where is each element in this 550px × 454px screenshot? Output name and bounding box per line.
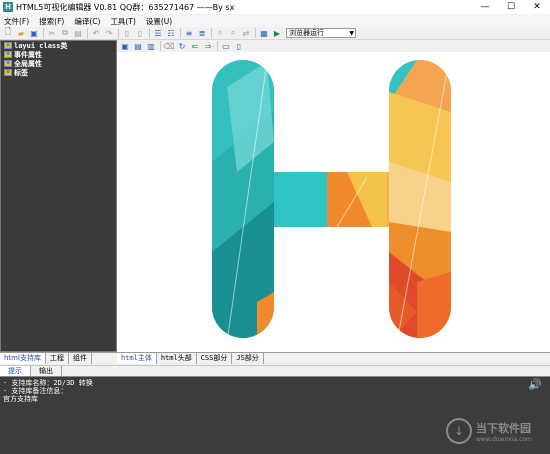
align-right-icon[interactable]: ≣ (197, 28, 207, 38)
tab-html-head[interactable]: html头部 (157, 353, 197, 364)
bottom-panel-tabs: 提示 输出 (0, 365, 550, 377)
page-icon[interactable]: ▤ (133, 41, 143, 51)
mobile-icon[interactable]: ▯ (234, 41, 244, 51)
redo-icon[interactable]: ↷ (104, 28, 114, 38)
app-icon: H (3, 2, 13, 12)
tab-js[interactable]: JS部分 (232, 353, 264, 364)
forward-icon[interactable]: ⇒ (203, 41, 213, 51)
menu-bar: 文件(F) 搜索(F) 编译(C) 工具(T) 设置(U) (0, 15, 550, 27)
refresh-icon[interactable]: ↻ (177, 41, 187, 51)
browser-select-value: 浏览器运行 (289, 29, 324, 37)
title-bar: H HTML5可视化编辑器 V0.81 QQ群：635271467 ——By s… (0, 0, 550, 14)
watermark-url: www.downxia.com (476, 435, 532, 443)
console-line: · 支持库备注信息： (3, 387, 68, 395)
console-line: · 支持库名称：2D/3D 转换 (3, 379, 93, 387)
tab-html-body[interactable]: html主体 (117, 353, 157, 364)
tree-item-label: 标签 (14, 68, 28, 77)
window-title: HTML5可视化编辑器 V0.81 QQ群：635271467 ——By sx (16, 2, 235, 12)
sidebar-tabs: html支持库 工程 组件 (0, 352, 117, 364)
maximize-button[interactable]: ☐ (498, 0, 524, 14)
outdent-icon[interactable]: ☷ (166, 28, 176, 38)
tab-html-library[interactable]: html支持库 (0, 353, 46, 364)
menu-search[interactable]: 搜索(F) (39, 16, 64, 27)
find-next-icon[interactable]: ⌕ (228, 28, 238, 38)
open-folder-icon[interactable]: ▰ (16, 28, 26, 38)
file-list-icon[interactable]: ▥ (146, 41, 156, 51)
menu-settings[interactable]: 设置(U) (146, 16, 172, 27)
tree-node-icon: ≡ (4, 60, 12, 67)
delete-icon[interactable]: ⌫ (163, 41, 174, 51)
tree-node-icon: ≡ (4, 51, 12, 58)
tree-node-icon: ≡ (4, 42, 12, 49)
layout-icon[interactable]: ▣ (120, 41, 130, 51)
tree-node-icon: ≡ (4, 69, 12, 76)
find-icon[interactable]: ⌕ (215, 28, 225, 38)
minimize-button[interactable]: — (472, 0, 498, 14)
tab-project[interactable]: 工程 (46, 353, 69, 364)
html5-logo-image (212, 60, 451, 343)
tab-css[interactable]: CSS部分 (197, 353, 233, 364)
menu-compile[interactable]: 编译(C) (74, 16, 100, 27)
watermark: ↓ 当下软件园 www.downxia.com (446, 414, 546, 448)
indent-icon[interactable]: ☰ (153, 28, 163, 38)
browser-select[interactable]: 浏览器运行 ▼ (286, 28, 356, 38)
watermark-name: 当下软件园 (476, 421, 531, 435)
align-left-icon[interactable]: ≡ (184, 28, 194, 38)
preview-icon[interactable]: ▦ (259, 28, 269, 38)
watermark-logo-icon: ↓ (446, 418, 472, 444)
editor-toolbar: ▣ ▤ ▥ ⌫ ↻ ⇐ ⇒ ▭ ▯ (117, 40, 550, 52)
back-icon[interactable]: ⇐ (190, 41, 200, 51)
console-line: 官方支持库 (3, 395, 38, 403)
sidebar-tree: ≡ layui class类 ≡ 事件属性 ≡ 全局属性 ≡ 标签 (0, 40, 117, 352)
main-toolbar: 🗋 ▰ ▣ ✂ ⧉ ▤ ↶ ↷ ▯ ▯ ☰ ☷ ≡ ≣ ⌕ ⌕ ⇄ ▦ ▶ 浏览… (0, 27, 550, 40)
undo-icon[interactable]: ↶ (91, 28, 101, 38)
editor-tabs: html主体 html头部 CSS部分 JS部分 (117, 352, 550, 364)
design-canvas[interactable] (117, 52, 550, 352)
save-icon[interactable]: ▣ (29, 28, 39, 38)
chevron-down-icon: ▼ (349, 29, 354, 37)
document2-icon[interactable]: ▯ (135, 28, 145, 38)
close-button[interactable]: ✕ (524, 0, 550, 14)
copy-icon[interactable]: ⧉ (60, 28, 70, 38)
document-icon[interactable]: ▯ (122, 28, 132, 38)
run-icon[interactable]: ▶ (272, 28, 282, 38)
new-file-icon[interactable]: 🗋 (3, 27, 13, 38)
tab-components[interactable]: 组件 (69, 353, 92, 364)
menu-tools[interactable]: 工具(T) (110, 16, 135, 27)
speaker-icon[interactable]: 🔊 (527, 378, 543, 392)
menu-file[interactable]: 文件(F) (4, 16, 29, 27)
replace-icon[interactable]: ⇄ (241, 28, 251, 38)
cut-icon[interactable]: ✂ (47, 28, 57, 38)
tree-item-tags[interactable]: ≡ 标签 (4, 68, 116, 77)
desktop-icon[interactable]: ▭ (221, 41, 231, 51)
paste-icon[interactable]: ▤ (73, 28, 83, 38)
